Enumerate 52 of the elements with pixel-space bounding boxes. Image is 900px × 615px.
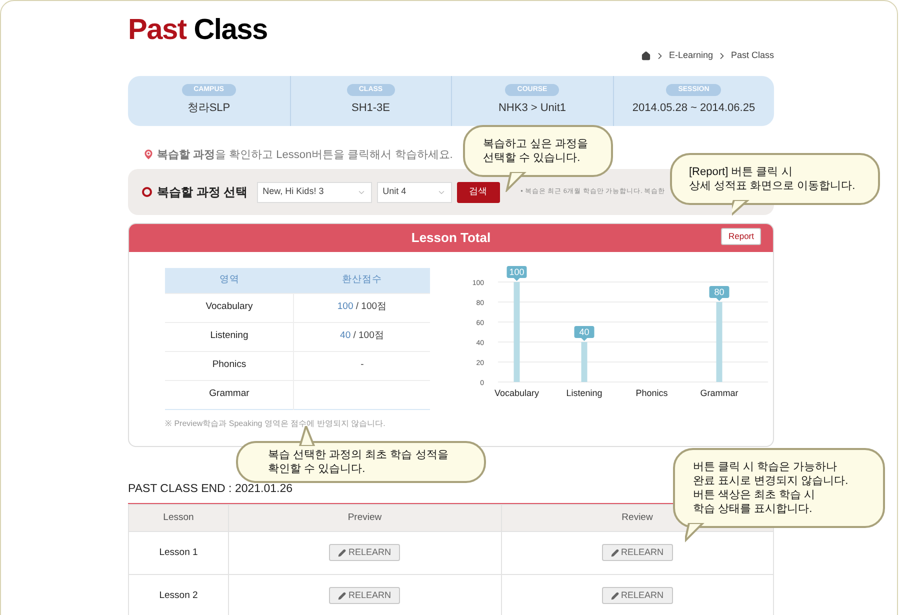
axis-category-label: Vocabulary bbox=[494, 388, 540, 398]
pencil-icon bbox=[610, 548, 619, 557]
data-label: 100 bbox=[506, 266, 527, 281]
info-value: 2014.05.28 ~ 2014.06.25 bbox=[632, 101, 756, 116]
relearn-button[interactable]: RELEARN bbox=[329, 587, 400, 604]
column-header: Preview bbox=[228, 504, 501, 532]
axis-category-label: Phonics bbox=[636, 388, 668, 398]
column-header: Lesson bbox=[128, 504, 228, 532]
info-value: SH1-3E bbox=[351, 101, 390, 116]
pencil-icon bbox=[338, 548, 346, 557]
table-cell: Lesson 2 bbox=[128, 574, 228, 615]
info-value: 청라SLP bbox=[187, 101, 230, 116]
table-cell: Grammar bbox=[165, 380, 294, 409]
instruction-text: 복습할 과정을 확인하고 Lesson버튼을 클릭해서 학습하세요. bbox=[157, 148, 453, 162]
data-label: 40 bbox=[579, 327, 590, 337]
bar bbox=[581, 342, 588, 382]
breadcrumb-link[interactable]: Past Class bbox=[730, 49, 774, 62]
search-button[interactable]: 검색 bbox=[456, 182, 500, 202]
table-cell: - bbox=[294, 351, 430, 380]
data-label: 80 bbox=[709, 286, 730, 301]
relearn-button[interactable]: RELEARN bbox=[602, 544, 672, 562]
table-cell: Listening bbox=[165, 322, 294, 351]
course-dropdown[interactable]: New, Hi Kids! 3 bbox=[256, 182, 372, 202]
unit-dropdown[interactable]: Unit 4 bbox=[376, 182, 452, 202]
footnote: ※ Preview학습과 Speaking 영역은 점수에 반영되지 않습니다. bbox=[165, 418, 386, 430]
pencil-icon bbox=[338, 592, 346, 600]
column-header: 환산점수 bbox=[294, 268, 430, 293]
callout-text: [Report] 버튼 클릭 시 상세 성적표 화면으로 이동합니다. bbox=[689, 165, 856, 193]
pin-icon bbox=[142, 148, 155, 162]
table-cell: 100 / 100점 bbox=[294, 293, 430, 322]
table-cell: Lesson 1 bbox=[128, 532, 228, 575]
data-label: 40 bbox=[574, 326, 594, 341]
panel-title: Lesson Total bbox=[411, 229, 491, 248]
selector-label: 복습할 과정 선택 bbox=[157, 184, 248, 201]
callout-text: 복습 선택한 과정의 최초 학습 성적을 확인할 수 있습니다. bbox=[268, 448, 450, 476]
table-cell: Vocabulary bbox=[165, 293, 294, 322]
relearn-button[interactable]: RELEARN bbox=[329, 544, 400, 562]
axis-category-label: Grammar bbox=[700, 388, 738, 398]
table-cell: 40 / 100점 bbox=[294, 322, 430, 351]
column-header: 영역 bbox=[165, 268, 294, 293]
report-button[interactable]: Report bbox=[721, 228, 761, 245]
data-label: 80 bbox=[714, 287, 724, 297]
table-cell: Phonics bbox=[165, 351, 294, 380]
page-title: Past Class bbox=[128, 13, 268, 47]
breadcrumb-link[interactable]: E-Learning bbox=[668, 49, 713, 62]
pencil-icon bbox=[610, 592, 619, 600]
axis-category-label: Listening bbox=[566, 388, 602, 398]
relearn-button[interactable]: RELEARN bbox=[602, 587, 672, 604]
callout-text: 복습하고 싶은 과정을 선택할 수 있습니다. bbox=[483, 137, 590, 165]
home-icon[interactable] bbox=[640, 50, 651, 61]
info-value: NHK3 > Unit1 bbox=[498, 101, 566, 116]
data-label: 100 bbox=[509, 267, 524, 277]
